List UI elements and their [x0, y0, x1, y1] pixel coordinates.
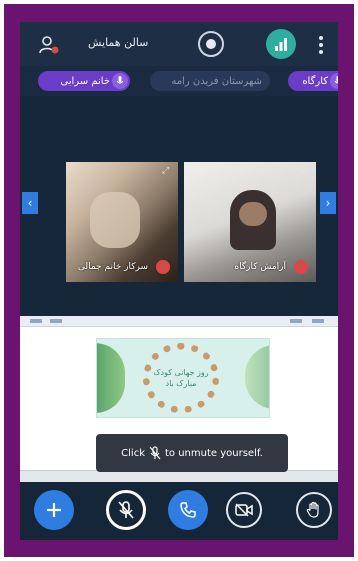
talker-name: کارگاه [302, 75, 328, 87]
action-bar [20, 482, 338, 540]
muted-microphone-icon [294, 260, 308, 274]
more-vertical-icon[interactable] [316, 34, 326, 56]
top-navbar: سالن همایش [20, 22, 338, 66]
room-title: سالن همایش [88, 36, 149, 49]
unmute-toast: Click to unmute yourself. [96, 434, 288, 472]
talker-name: شهرستان فریدن رامه [171, 75, 262, 87]
toolbar-icon [30, 319, 42, 323]
webcam-area: ‹ › ⤢ سرکار خانم جمالی ⤢ آرامش کارگاه [20, 96, 338, 316]
toast-text: to unmute yourself. [165, 447, 263, 459]
plus-icon [47, 503, 61, 517]
video-tile[interactable]: ⤢ سرکار خانم جمالی [66, 162, 178, 282]
toolbar-icon [312, 319, 324, 323]
talker-chip[interactable]: خانم سرابی [38, 71, 130, 91]
leaf-decoration [97, 343, 125, 413]
participants-icon[interactable] [38, 34, 60, 56]
video-feed-face [239, 202, 267, 226]
video-tile[interactable]: ⤢ آرامش کارگاه [184, 162, 316, 282]
record-button[interactable] [198, 31, 224, 57]
talker-chip[interactable]: شهرستان فریدن رامه [150, 71, 270, 91]
microphone-muted-icon [118, 501, 134, 519]
video-feed [90, 192, 140, 248]
video-participant-name: آرامش کارگاه [234, 262, 286, 272]
video-participant-name: سرکار خانم جمالی [77, 262, 148, 272]
microphone-icon [330, 73, 338, 89]
connection-stats-icon [275, 38, 287, 51]
phone-icon [180, 502, 196, 518]
microphone-icon [112, 73, 128, 89]
share-webcam-button[interactable] [226, 492, 262, 528]
shared-window-toolbar [20, 316, 338, 327]
talking-indicators: خانم سرابی شهرستان فریدن رامه کارگاه [20, 66, 338, 96]
slide-text: روز جهانی کودک مبارک باد [153, 368, 209, 388]
raise-hand-icon [306, 501, 319, 518]
connection-stats-button[interactable] [266, 29, 296, 59]
muted-microphone-icon [156, 260, 170, 274]
talker-chip[interactable]: کارگاه [288, 71, 338, 91]
leaf-decoration [245, 345, 269, 409]
toolbar-icon [50, 319, 62, 323]
plus-button[interactable] [34, 490, 74, 530]
unmute-button[interactable] [106, 490, 146, 530]
toolbar-icon [290, 319, 302, 323]
microphone-icon [149, 446, 161, 460]
leave-audio-button[interactable] [168, 490, 208, 530]
raise-hand-button[interactable] [296, 492, 332, 528]
video-camera-icon [235, 503, 253, 517]
shared-slide: روز جهانی کودک مبارک باد [96, 338, 270, 418]
record-icon [206, 39, 216, 49]
talker-name: خانم سرابی [60, 75, 110, 87]
chevron-left-icon[interactable]: ‹ [22, 192, 38, 214]
toast-text: Click [121, 447, 145, 459]
fullscreen-icon[interactable]: ⤢ [162, 166, 172, 176]
fullscreen-icon[interactable]: ⤢ [300, 166, 310, 176]
chevron-right-icon[interactable]: › [320, 192, 336, 214]
bigbluebutton-app: سالن همایش خانم سرابی شهرستان فریدن رامه… [20, 22, 338, 540]
